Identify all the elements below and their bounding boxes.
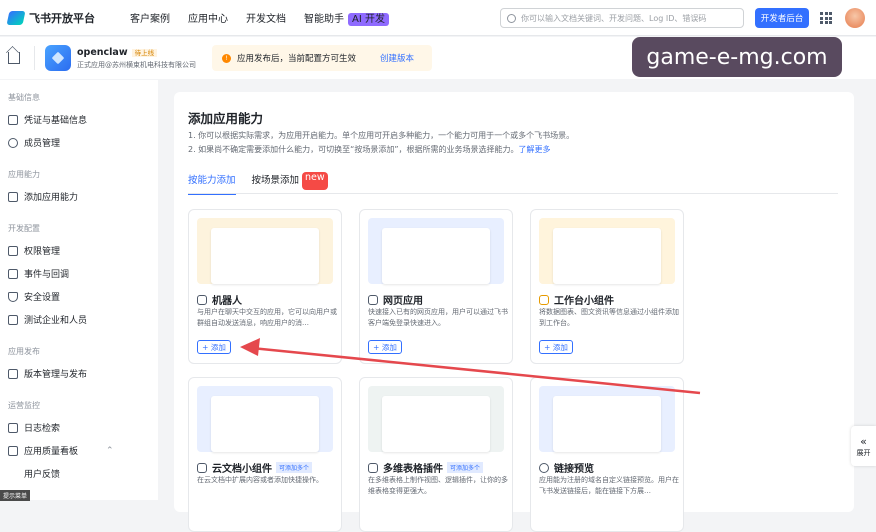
double-chevron-left-icon: « (860, 434, 867, 448)
annotation-arrow (240, 338, 701, 395)
expand-panel-button[interactable]: « 展开 (851, 426, 876, 466)
tip-badge: 提示菜单 (0, 490, 31, 501)
expand-label: 展开 (856, 448, 871, 457)
